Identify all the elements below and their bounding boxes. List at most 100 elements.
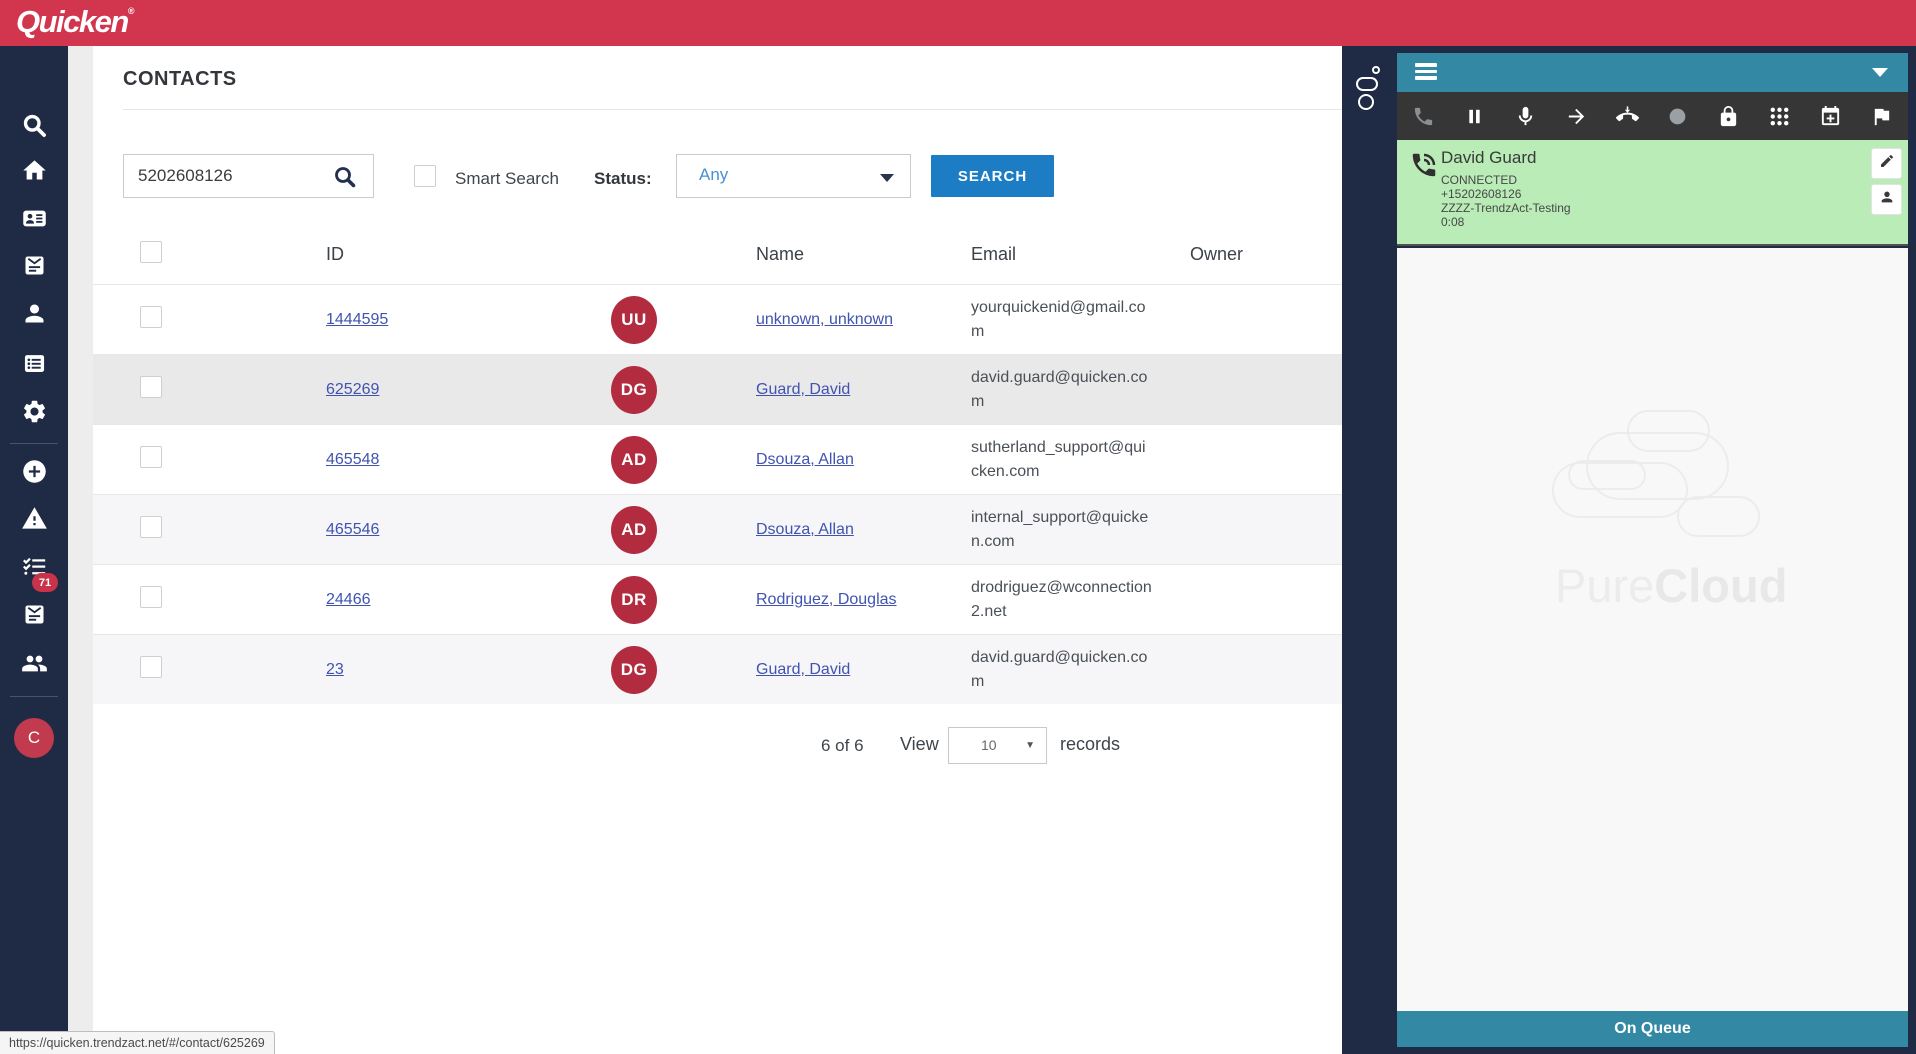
dialpad-icon[interactable] xyxy=(1768,105,1791,128)
contact-profile-button[interactable] xyxy=(1871,184,1902,215)
contact-id-link[interactable]: 465548 xyxy=(326,451,379,468)
clipboard-icon xyxy=(21,601,48,633)
caller-name: David Guard xyxy=(1441,148,1536,168)
contact-name-link[interactable]: Dsouza, Allan xyxy=(756,451,854,468)
record-icon[interactable] xyxy=(1666,105,1689,128)
row-checkbox[interactable] xyxy=(140,656,162,678)
phone-in-talk-icon xyxy=(1409,150,1439,180)
search-icon[interactable] xyxy=(333,165,357,189)
widgets-toggle-icon[interactable] xyxy=(1355,66,1385,128)
contact-name-link[interactable]: Dsouza, Allan xyxy=(756,521,854,538)
left-sidebar: 71 C xyxy=(0,46,68,1054)
transfer-arrow-icon[interactable] xyxy=(1565,105,1588,128)
page-size-select[interactable]: 10 ▼ xyxy=(948,727,1047,764)
active-call-card[interactable]: David Guard CONNECTED +15202608126 ZZZZ-… xyxy=(1397,140,1908,246)
column-header-email: Email xyxy=(971,244,1190,265)
search-button[interactable]: SEARCH xyxy=(931,155,1054,197)
row-checkbox[interactable] xyxy=(140,516,162,538)
call-queue-name: ZZZZ-TrendzAct-Testing xyxy=(1441,201,1571,215)
contact-id-link[interactable]: 625269 xyxy=(326,381,379,398)
contact-id-link[interactable]: 23 xyxy=(326,661,344,678)
call-status: CONNECTED xyxy=(1441,173,1517,187)
chevron-down-icon xyxy=(880,174,894,182)
sidebar-item-profile[interactable] xyxy=(0,299,68,333)
contact-email: david.guard@quicken.com xyxy=(971,366,1153,414)
schedule-callback-icon[interactable] xyxy=(1819,105,1842,128)
on-queue-button[interactable]: On Queue xyxy=(1397,1011,1908,1047)
quicken-logo: Quicken® xyxy=(16,4,134,40)
panel-collapse-strip xyxy=(1342,46,1397,1054)
call-timer: 0:08 xyxy=(1441,215,1464,229)
view-label: View xyxy=(900,734,939,755)
menu-icon[interactable] xyxy=(1415,63,1437,81)
sidebar-item-home[interactable] xyxy=(0,156,68,190)
flag-icon[interactable] xyxy=(1870,105,1893,128)
contact-email: internal_support@quicken.com xyxy=(971,506,1153,554)
phone-down-icon[interactable] xyxy=(1616,105,1639,128)
user-avatar[interactable]: C xyxy=(14,718,54,758)
chevron-down-icon: ▼ xyxy=(1025,740,1035,751)
phone-icon[interactable] xyxy=(1412,105,1435,128)
table-row: 625269 DG Guard, David david.guard@quick… xyxy=(93,354,1342,424)
select-all-checkbox[interactable] xyxy=(140,241,162,263)
sidebar-item-alerts[interactable] xyxy=(0,504,68,538)
smart-search-label: Smart Search xyxy=(455,169,559,189)
call-toolbar xyxy=(1397,92,1908,140)
row-checkbox[interactable] xyxy=(140,306,162,328)
table-row: 465548 AD Dsouza, Allan sutherland_suppo… xyxy=(93,424,1342,494)
lock-icon[interactable] xyxy=(1717,105,1740,128)
avatar: UU xyxy=(611,296,657,344)
contact-email: yourquickenid@gmail.com xyxy=(971,296,1153,344)
search-icon xyxy=(21,112,48,144)
sidebar-item-forms[interactable] xyxy=(0,600,68,634)
sidebar-item-records[interactable] xyxy=(0,349,68,383)
shape-circle-small xyxy=(1372,66,1380,74)
column-header-owner: Owner xyxy=(1190,244,1342,265)
contact-email: sutherland_support@quicken.com xyxy=(971,436,1153,484)
row-checkbox[interactable] xyxy=(140,376,162,398)
pencil-icon xyxy=(1879,153,1895,174)
column-header-name: Name xyxy=(756,244,971,265)
gear-icon xyxy=(21,398,48,430)
avatar: DG xyxy=(611,366,657,414)
sidebar-item-settings[interactable] xyxy=(0,397,68,431)
status-dropdown[interactable]: Any xyxy=(676,154,911,198)
avatar: DG xyxy=(611,646,657,694)
smart-search-checkbox[interactable] xyxy=(414,165,436,187)
purecloud-wordmark: PureCloud xyxy=(1555,558,1787,613)
contact-id-link[interactable]: 24466 xyxy=(326,591,371,608)
sidebar-item-contacts[interactable] xyxy=(0,204,68,238)
list-icon xyxy=(21,350,48,382)
contact-name-link[interactable]: unknown, unknown xyxy=(756,311,893,328)
microphone-icon[interactable] xyxy=(1514,105,1537,128)
home-icon xyxy=(21,157,48,189)
contact-email: drodriguez@wconnection2.net xyxy=(971,576,1153,624)
table-row: 24466 DR Rodriguez, Douglas drodriguez@w… xyxy=(93,564,1342,634)
link-status-tooltip: https://quicken.trendzact.net/#/contact/… xyxy=(0,1031,275,1054)
shape-pill xyxy=(1356,77,1378,91)
contact-card-icon xyxy=(21,205,48,237)
contact-name-link[interactable]: Guard, David xyxy=(756,381,850,398)
warning-triangle-icon xyxy=(21,505,48,537)
right-edge-strip xyxy=(1908,46,1916,1054)
table-row: 1444595 UU unknown, unknown yourquickeni… xyxy=(93,284,1342,354)
edit-call-button[interactable] xyxy=(1871,148,1902,179)
sidebar-item-add-new[interactable] xyxy=(0,457,68,491)
contact-name-link[interactable]: Rodriguez, Douglas xyxy=(756,591,897,608)
contact-name-link[interactable]: Guard, David xyxy=(756,661,850,678)
contact-id-link[interactable]: 1444595 xyxy=(326,311,388,328)
chevron-down-icon[interactable] xyxy=(1872,68,1888,77)
contact-id-link[interactable]: 465546 xyxy=(326,521,379,538)
sidebar-item-teams[interactable] xyxy=(0,649,68,683)
sidebar-item-notes[interactable] xyxy=(0,251,68,285)
pause-icon[interactable] xyxy=(1463,105,1486,128)
avatar: DR xyxy=(611,576,657,624)
row-checkbox[interactable] xyxy=(140,586,162,608)
sidebar-item-search[interactable] xyxy=(0,111,68,145)
records-label: records xyxy=(1060,734,1120,755)
contact-email: david.guard@quicken.com xyxy=(971,646,1153,694)
top-banner: Quicken® xyxy=(0,0,1916,46)
avatar: AD xyxy=(611,506,657,554)
purecloud-header xyxy=(1397,53,1908,92)
row-checkbox[interactable] xyxy=(140,446,162,468)
